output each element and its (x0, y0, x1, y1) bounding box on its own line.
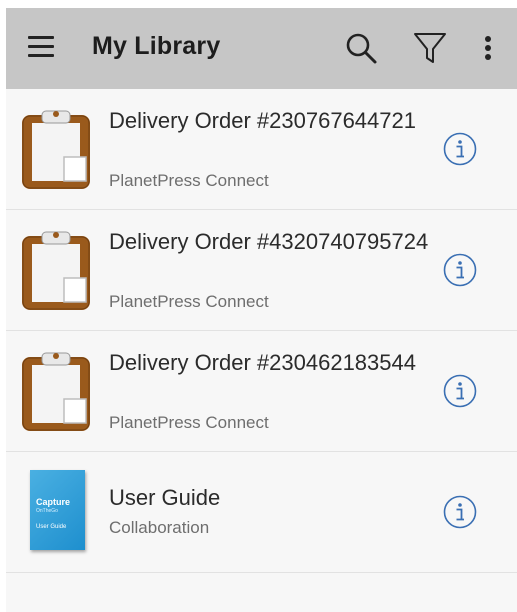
clipboard-icon (22, 110, 90, 189)
clipboard-icon (22, 231, 90, 310)
list-item[interactable]: Capture OnTheGo User Guide User Guide Co… (6, 452, 517, 573)
app-frame: My Library Delivery Order #230767644721 … (6, 8, 517, 612)
library-list: Delivery Order #230767644721 PlanetPress… (6, 89, 517, 573)
hamburger-menu-icon[interactable] (28, 36, 54, 58)
user-guide-cover-icon: Capture OnTheGo User Guide (30, 470, 85, 550)
search-icon[interactable] (343, 30, 379, 66)
list-item[interactable]: Delivery Order #4320740795724 PlanetPres… (6, 210, 517, 331)
item-subtitle: Collaboration (109, 518, 210, 537)
item-subtitle: PlanetPress Connect (109, 413, 269, 432)
cover-title: Capture (36, 497, 71, 507)
list-item[interactable]: Delivery Order #230462183544 PlanetPress… (6, 331, 517, 452)
item-title: Delivery Order #230767644721 (109, 108, 416, 133)
page-title: My Library (92, 32, 221, 60)
cover-subtitle: OnTheGo (36, 508, 58, 514)
cover-label: User Guide (36, 524, 67, 530)
item-subtitle: PlanetPress Connect (109, 292, 269, 311)
item-title: Delivery Order #230462183544 (109, 350, 416, 375)
list-item[interactable]: Delivery Order #230767644721 PlanetPress… (6, 89, 517, 210)
item-title: User Guide (109, 485, 221, 510)
info-icon[interactable] (443, 374, 477, 408)
item-title: Delivery Order #4320740795724 (109, 229, 429, 254)
clipboard-icon (22, 352, 90, 431)
info-icon[interactable] (443, 132, 477, 166)
info-icon[interactable] (443, 495, 477, 529)
filter-icon[interactable] (412, 30, 448, 66)
more-vert-icon[interactable] (476, 30, 500, 66)
app-bar: My Library (6, 8, 517, 89)
item-subtitle: PlanetPress Connect (109, 171, 269, 190)
info-icon[interactable] (443, 253, 477, 287)
